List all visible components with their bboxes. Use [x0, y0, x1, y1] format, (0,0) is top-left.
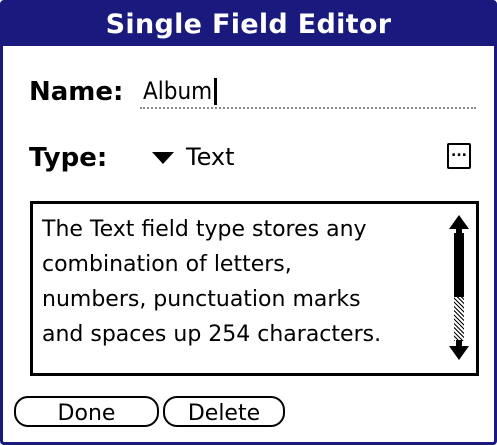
scrollbar-remainder[interactable] — [454, 297, 464, 341]
triangle-down-icon — [152, 152, 174, 164]
delete-button[interactable]: Delete — [163, 396, 285, 427]
name-input[interactable]: Album — [140, 73, 476, 109]
done-button[interactable]: Done — [14, 396, 159, 427]
arrow-up-icon[interactable] — [448, 215, 470, 235]
arrow-down-icon[interactable] — [448, 340, 470, 360]
type-dropdown[interactable]: Text — [152, 141, 235, 173]
type-label: Type: — [29, 143, 108, 173]
name-input-value: Album — [143, 77, 213, 105]
single-field-editor-dialog: Single Field Editor Name: Album Type: Te… — [0, 0, 497, 445]
scrollbar-thumb[interactable] — [454, 233, 464, 297]
name-input-value-wrap: Album — [143, 77, 218, 105]
name-label: Name: — [29, 77, 124, 107]
type-description-box: The Text field type stores any combinati… — [30, 201, 479, 376]
type-description-text: The Text field type stores any combinati… — [42, 217, 382, 347]
dialog-title: Single Field Editor — [3, 3, 494, 46]
scrollbar-track[interactable] — [454, 233, 464, 341]
text-cursor — [214, 77, 218, 105]
type-dropdown-value: Text — [186, 143, 235, 171]
field-details-button[interactable]: ... — [447, 143, 471, 169]
